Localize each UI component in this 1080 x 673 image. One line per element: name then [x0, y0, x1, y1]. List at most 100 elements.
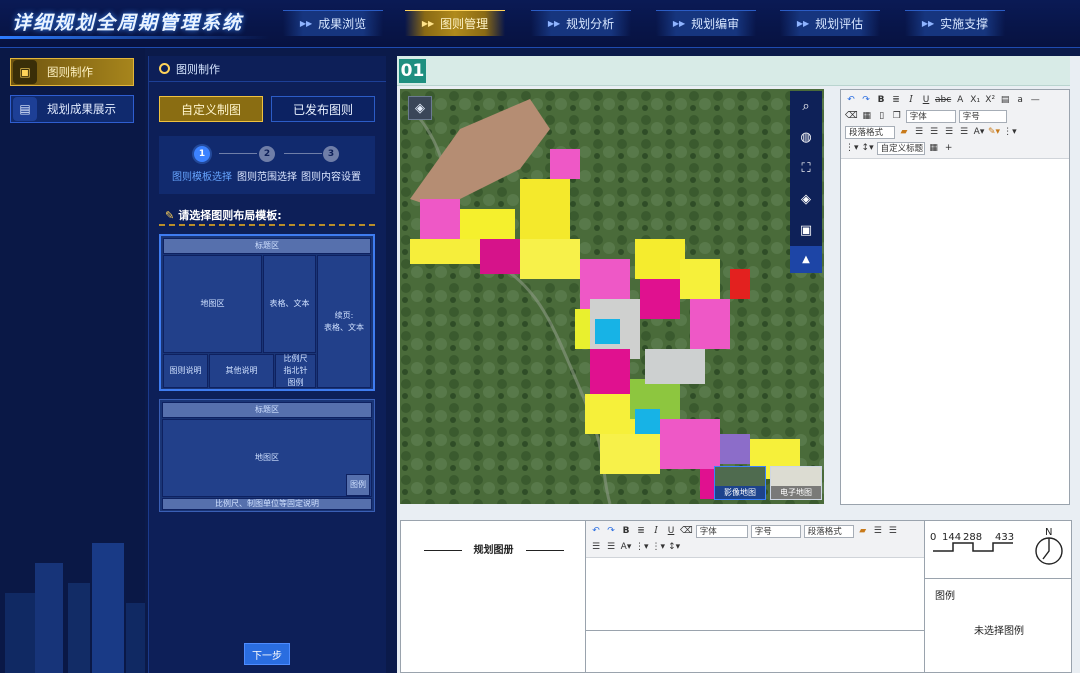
fullscreen-icon[interactable]: ⛶	[790, 153, 822, 184]
eraser-icon[interactable]: ⌫	[680, 525, 693, 537]
map-view[interactable]: ◈ ⌕ ◍ ⛶ ◈ ▣ ▲ 影像地图 电子地图	[400, 89, 824, 504]
search-icon[interactable]: ⌕	[790, 91, 822, 122]
ordered-list-icon[interactable]: ⋮▾	[635, 541, 649, 553]
layers-icon[interactable]: ◈	[790, 184, 822, 215]
font-size-select[interactable]: 字号	[750, 524, 801, 538]
save-icon[interactable]: ▣	[790, 215, 822, 246]
align-justify-icon[interactable]: ☰	[605, 541, 617, 553]
tab-label: 成果浏览	[318, 17, 367, 31]
horizontal-rule-icon[interactable]: —	[1029, 94, 1041, 106]
scale-label: 288	[963, 532, 982, 543]
superscript-icon[interactable]: X²	[984, 94, 996, 106]
font-color-icon[interactable]: A▾	[973, 126, 985, 138]
align-center-icon[interactable]: ☰	[928, 126, 940, 138]
copy-icon[interactable]: ❐	[891, 110, 903, 122]
step-label: 图则内容设置	[301, 172, 361, 183]
custom-map-button[interactable]: 自定义制图	[159, 96, 263, 122]
bold-icon[interactable]: B	[875, 94, 887, 106]
collapse-up-icon[interactable]: ▲	[790, 246, 822, 273]
tab-planning-review[interactable]: ▶▶ 规划编审	[656, 10, 756, 36]
underline-icon[interactable]: U	[665, 525, 677, 537]
basemap-vector-button[interactable]: 电子地图	[770, 466, 822, 500]
tab-results-browse[interactable]: ▶▶ 成果浏览	[283, 10, 383, 36]
redo-icon[interactable]: ↷	[860, 94, 872, 106]
char-icon[interactable]: a	[1014, 94, 1026, 106]
subscript-icon[interactable]: X₁	[969, 94, 981, 106]
published-plans-button[interactable]: 已发布图则	[271, 96, 375, 122]
tab-planning-evaluation[interactable]: ▶▶ 规划评估	[780, 10, 880, 36]
next-step-button[interactable]: 下一步	[244, 643, 290, 665]
bullet-list-icon[interactable]: ⋮▾	[652, 541, 666, 553]
step-3[interactable]: 3 图则内容设置	[296, 146, 366, 183]
paragraph-format-select[interactable]: 段落格式	[845, 125, 895, 139]
paste-icon[interactable]: ▤	[999, 94, 1011, 106]
table-grid-icon[interactable]: ▦	[928, 142, 940, 154]
bottom-text-editor[interactable]: ↶ ↷ B ≣ I U ⌫ 字体 字号 段落格式 ▰ ☰ ☰ ☰ ☰ A▾ ⋮▾…	[586, 521, 924, 631]
align-left-icon[interactable]: ☰	[913, 126, 925, 138]
editor-toolbar: ↶ ↷ B ≣ I U abc A X₁ X² ▤ a — ⌫ ▦ ▯ ❐ 字体…	[841, 90, 1069, 159]
layout-template-1[interactable]: 标题区 地图区 表格、文本 续页: 表格、文本 图则说明 其他说明 比例尺 指北…	[159, 234, 375, 391]
underline-icon[interactable]: U	[920, 94, 932, 106]
font-border-icon[interactable]: A	[954, 94, 966, 106]
bold-icon[interactable]: B	[620, 525, 632, 537]
align-right-icon[interactable]: ☰	[590, 541, 602, 553]
basemap-label: 电子地图	[771, 486, 821, 499]
format-icon[interactable]: ≣	[635, 525, 647, 537]
italic-icon[interactable]: I	[650, 525, 662, 537]
line-height-icon[interactable]: ↕▾	[862, 142, 874, 154]
template-map-area: 地图区	[163, 255, 262, 353]
highlight-icon[interactable]: ✎▾	[988, 126, 1000, 138]
ordered-list-icon[interactable]: ⋮▾	[1003, 126, 1017, 138]
align-center-icon[interactable]: ☰	[887, 525, 899, 537]
page-icon[interactable]: ▯	[876, 110, 888, 122]
step-2[interactable]: 2 图则范围选择	[232, 146, 302, 183]
eraser-icon[interactable]: ⌫	[845, 110, 858, 122]
sidebar-item-label: 规划成果展示	[47, 102, 116, 116]
page-number: 01	[399, 59, 426, 83]
right-text-editor[interactable]: ↶ ↷ B ≣ I U abc A X₁ X² ▤ a — ⌫ ▦ ▯ ❐ 字体…	[840, 89, 1070, 505]
font-family-select[interactable]: 字体	[695, 524, 748, 538]
step-1[interactable]: 1 图则模板选择	[167, 146, 237, 183]
tab-plan-management[interactable]: ▶▶ 图则管理	[405, 10, 505, 36]
sidebar-item-results-display[interactable]: ▤ 规划成果展示	[10, 95, 134, 123]
page-number-bar: 01	[397, 56, 1070, 86]
pencil-icon: ✎	[165, 208, 175, 222]
bullet-list-icon[interactable]: ⋮▾	[845, 142, 859, 154]
custom-title-select[interactable]: 自定义标题	[876, 141, 925, 155]
undo-icon[interactable]: ↶	[845, 94, 857, 106]
italic-icon[interactable]: I	[905, 94, 917, 106]
format-painter-icon[interactable]: ▰	[857, 525, 869, 537]
plus-icon[interactable]: +	[943, 142, 955, 154]
template-legend-area: 图则说明	[163, 354, 208, 388]
mode-buttons: 自定义制图 已发布图则	[159, 96, 375, 122]
globe-icon[interactable]: ◍	[790, 122, 822, 153]
table-icon[interactable]: ▦	[861, 110, 873, 122]
format-icon[interactable]: ≣	[890, 94, 902, 106]
tab-label: 图则管理	[440, 17, 489, 31]
template-title-area: 标题区	[162, 402, 372, 418]
top-header: 详细规划全周期管理系统 ▶▶ 成果浏览 ▶▶ 图则管理 ▶▶ 规划分析 ▶▶ 规划编审 …	[0, 0, 1080, 48]
redo-icon[interactable]: ↷	[605, 525, 617, 537]
font-size-select[interactable]: 字号	[958, 109, 1007, 123]
layers-toggle-button[interactable]: ◈	[408, 96, 432, 120]
tab-planning-analysis[interactable]: ▶▶ 规划分析	[531, 10, 631, 36]
sidebar-item-plan-making[interactable]: ▣ 图则制作	[10, 58, 134, 86]
scale-label: 144	[942, 532, 961, 543]
line-height-icon[interactable]: ↕▾	[668, 541, 680, 553]
basemap-satellite-button[interactable]: 影像地图	[714, 466, 766, 500]
undo-icon[interactable]: ↶	[590, 525, 602, 537]
paragraph-format-select[interactable]: 段落格式	[803, 524, 854, 538]
align-right-icon[interactable]: ☰	[943, 126, 955, 138]
divider	[159, 224, 375, 226]
left-sidebar: ▣ 图则制作 ▤ 规划成果展示	[0, 48, 145, 673]
tab-label: 规划分析	[566, 17, 615, 31]
font-family-select[interactable]: 字体	[905, 109, 956, 123]
layout-template-2[interactable]: 标题区 地图区 图例 比例尺、制图单位等固定说明	[159, 399, 375, 512]
tab-implementation-support[interactable]: ▶▶ 实施支撑	[905, 10, 1005, 36]
format-painter-icon[interactable]: ▰	[898, 126, 910, 138]
template-prompt: ✎ 请选择图则布局模板:	[159, 204, 375, 226]
align-left-icon[interactable]: ☰	[872, 525, 884, 537]
font-color-icon[interactable]: A▾	[620, 541, 632, 553]
align-justify-icon[interactable]: ☰	[958, 126, 970, 138]
strikethrough-icon[interactable]: abc	[935, 94, 951, 106]
